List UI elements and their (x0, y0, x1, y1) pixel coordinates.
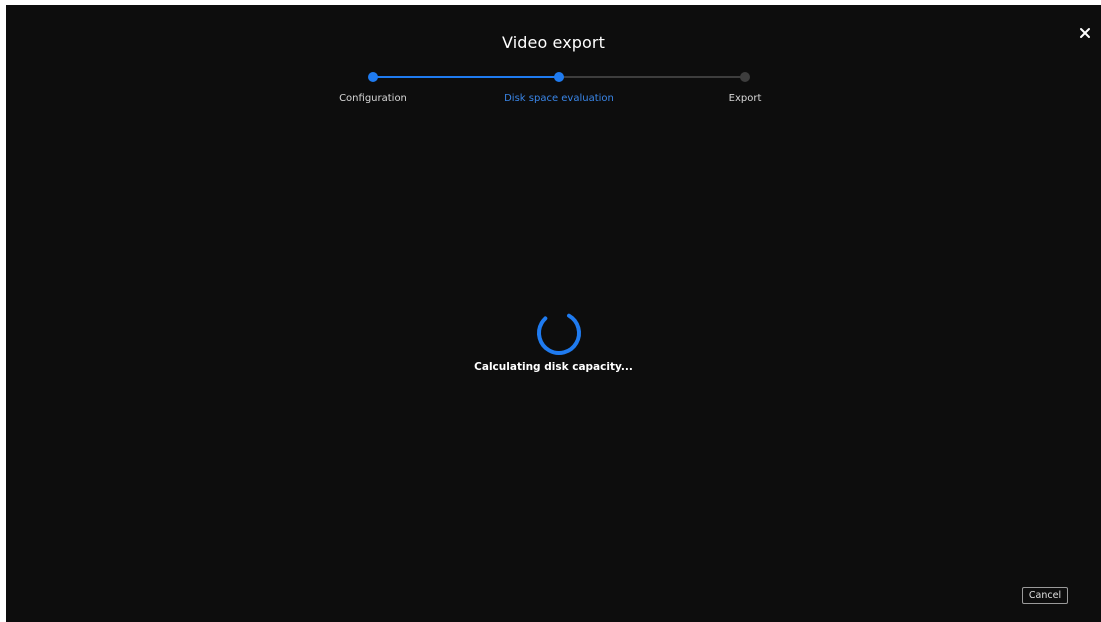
step-label-disk-space-evaluation: Disk space evaluation (504, 93, 614, 104)
step-label-configuration: Configuration (339, 93, 407, 104)
video-export-dialog: Video export Configuration Disk space ev… (6, 5, 1101, 622)
step-label-export: Export (728, 93, 762, 104)
step-dot-configuration (368, 72, 378, 82)
dialog-title: Video export (502, 33, 605, 52)
close-icon (1080, 28, 1090, 38)
progress-stepper: Configuration Disk space evaluation Expo… (6, 67, 1101, 117)
step-dot-export (740, 72, 750, 82)
status-message: Calculating disk capacity... (474, 361, 633, 373)
step-connector-2 (559, 76, 745, 78)
cancel-button[interactable]: Cancel (1022, 587, 1068, 604)
loading-spinner-icon (537, 311, 581, 355)
step-dot-disk-space-evaluation (554, 72, 564, 82)
close-button[interactable] (1075, 23, 1095, 43)
step-connector-1 (373, 76, 559, 78)
